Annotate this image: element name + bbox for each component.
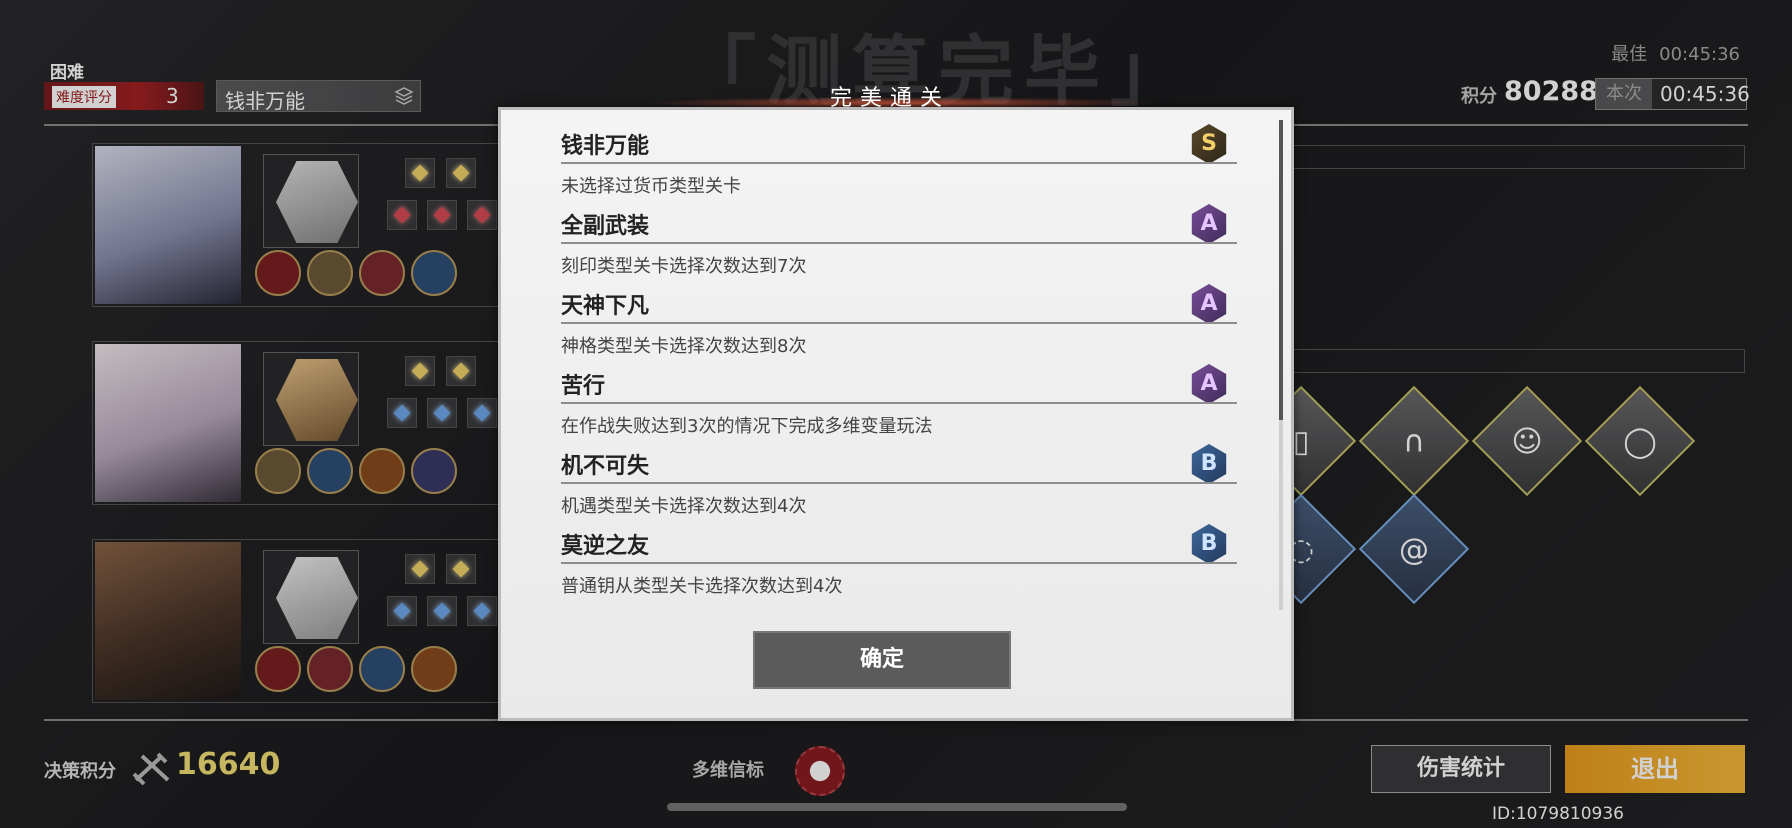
achievement-name: 全副武装 [561,214,650,239]
achievement-item: 机不可失 B 机遇类型关卡选择次数达到4次 [561,444,1241,524]
confirm-button[interactable]: 确定 [753,631,1011,689]
achievement-name: 苦行 [561,374,606,399]
achievement-name: 机不可失 [561,454,650,479]
achievement-desc: 刻印类型关卡选择次数达到7次 [561,256,807,277]
grade-a-icon: A [1191,364,1227,404]
achievement-desc: 机遇类型关卡选择次数达到4次 [561,496,807,517]
modal-title: 完美通关 [830,86,951,111]
divider [561,162,1237,164]
achievement-desc: 普通钥从类型关卡选择次数达到4次 [561,576,843,597]
divider [561,322,1237,324]
achievement-desc: 神格类型关卡选择次数达到8次 [561,336,807,357]
achievement-name: 天神下凡 [561,294,650,319]
achievement-item: 全副武装 A 刻印类型关卡选择次数达到7次 [561,204,1241,284]
divider [561,562,1237,564]
divider [561,242,1237,244]
divider [561,402,1237,404]
achievement-desc: 在作战失败达到3次的情况下完成多维变量玩法 [561,416,933,437]
scrollbar-thumb[interactable] [1279,120,1283,420]
grade-b-icon: B [1191,524,1227,564]
achievement-name: 莫逆之友 [561,534,650,559]
achievement-desc: 未选择过货币类型关卡 [561,176,741,197]
grade-a-icon: A [1191,284,1227,324]
grade-s-icon: S [1191,124,1227,164]
grade-b-icon: B [1191,444,1227,484]
achievement-item: 莫逆之友 B 普通钥从类型关卡选择次数达到4次 [561,524,1241,604]
achievement-list[interactable]: 钱非万能 S 未选择过货币类型关卡 全副武装 A 刻印类型关卡选择次数达到7次 … [561,124,1241,604]
divider [561,482,1237,484]
achievement-dialog: 钱非万能 S 未选择过货币类型关卡 全副武装 A 刻印类型关卡选择次数达到7次 … [498,107,1294,721]
grade-a-icon: A [1191,204,1227,244]
achievement-item: 天神下凡 A 神格类型关卡选择次数达到8次 [561,284,1241,364]
achievement-item: 苦行 A 在作战失败达到3次的情况下完成多维变量玩法 [561,364,1241,444]
modal-scrollbar[interactable] [1279,120,1283,610]
achievement-item: 钱非万能 S 未选择过货币类型关卡 [561,124,1241,204]
achievement-name: 钱非万能 [561,134,650,159]
